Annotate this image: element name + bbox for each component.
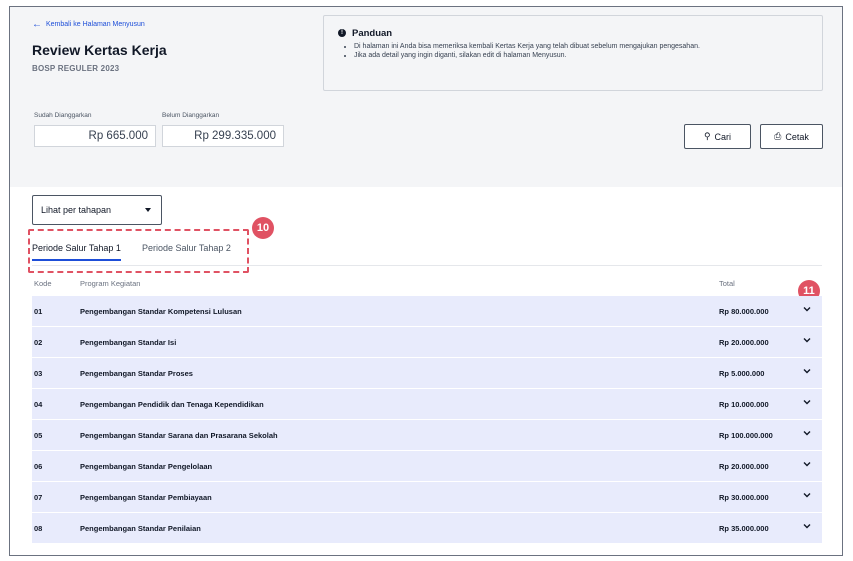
row-program: Pengembangan Pendidik dan Tenaga Kependi… [80,400,264,409]
search-button[interactable]: ⚲ Cari [684,124,751,149]
unallocated-value: Rp 299.335.000 [162,125,284,147]
chevron-down-icon[interactable] [802,521,812,531]
allocated-value: Rp 665.000 [34,125,156,147]
row-code: 01 [34,307,43,316]
row-code: 06 [34,462,43,471]
stage-filter-select[interactable]: Lihat per tahapan [32,195,162,225]
column-header-code: Kode [34,279,52,288]
guide-item: Di halaman ini Anda bisa memeriksa kemba… [354,42,744,51]
row-total: Rp 10.000.000 [719,400,769,409]
row-program: Pengembangan Standar Sarana dan Prasaran… [80,431,278,440]
row-program: Pengembangan Standar Isi [80,338,177,347]
print-button[interactable]: ⎙ Cetak [760,124,823,149]
chevron-down-icon[interactable] [802,366,812,376]
print-button-label: Cetak [785,131,809,142]
table-row[interactable]: 01 Pengembangan Standar Kompetensi Lulus… [32,296,822,327]
page-subtitle: BOSP REGULER 2023 [32,64,120,73]
table-row[interactable]: 07 Pengembangan Standar Pembiayaan Rp 30… [32,482,822,513]
row-total: Rp 80.000.000 [719,307,769,316]
stage-filter-value: Lihat per tahapan [41,205,112,215]
step-marker-10: 10 [252,217,274,239]
unallocated-label: Belum Dianggarkan [162,112,220,119]
row-total: Rp 35.000.000 [719,524,769,533]
row-code: 08 [34,524,43,533]
table-row[interactable]: 03 Pengembangan Standar Proses Rp 5.000.… [32,358,822,389]
back-link-label: Kembali ke Halaman Menyusun [46,21,145,28]
column-header-total: Total [719,279,735,288]
guide-item: Jika ada detail yang ingin diganti, sila… [354,51,744,60]
chevron-down-icon[interactable] [802,397,812,407]
allocated-label: Sudah Dianggarkan [34,112,92,119]
table-row[interactable]: 05 Pengembangan Standar Sarana dan Prasa… [32,420,822,451]
app-frame: ← Kembali ke Halaman Menyusun Review Ker… [9,6,843,556]
table-row[interactable]: 06 Pengembangan Standar Pengelolaan Rp 2… [32,451,822,482]
row-program: Pengembangan Standar Pengelolaan [80,462,213,471]
tabs-highlight-box [28,229,249,273]
chevron-down-icon[interactable] [802,304,812,314]
arrow-left-icon: ← [32,19,42,30]
row-program: Pengembangan Standar Proses [80,369,193,378]
row-code: 04 [34,400,43,409]
caret-down-icon [145,208,151,212]
table-row[interactable]: 04 Pengembangan Pendidik dan Tenaga Kepe… [32,389,822,420]
guide-title: Panduan [352,28,393,39]
info-icon: ! [338,29,346,37]
row-code: 02 [34,338,43,347]
column-header-program: Program Kegiatan [80,279,141,288]
search-icon: ⚲ [703,131,711,141]
guide-list: Di halaman ini Anda bisa memeriksa kemba… [342,42,744,60]
row-program: Pengembangan Standar Kompetensi Lulusan [80,307,242,316]
row-code: 07 [34,493,43,502]
header-panel: ← Kembali ke Halaman Menyusun Review Ker… [10,7,842,187]
row-total: Rp 5.000.000 [719,369,765,378]
row-total: Rp 20.000.000 [719,462,769,471]
table-row[interactable]: 02 Pengembangan Standar Isi Rp 20.000.00… [32,327,822,358]
row-program: Pengembangan Standar Penilaian [80,524,201,533]
chevron-down-icon[interactable] [802,428,812,438]
chevron-down-icon[interactable] [802,459,812,469]
row-total: Rp 30.000.000 [719,493,769,502]
row-program: Pengembangan Standar Pembiayaan [80,493,212,502]
row-total: Rp 100.000.000 [719,431,773,440]
back-link[interactable]: ← Kembali ke Halaman Menyusun [32,19,145,30]
row-code: 03 [34,369,43,378]
table-row[interactable]: 08 Pengembangan Standar Penilaian Rp 35.… [32,513,822,544]
printer-icon: ⎙ [774,131,782,141]
program-table: 01 Pengembangan Standar Kompetensi Lulus… [32,296,822,544]
row-code: 05 [34,431,43,440]
chevron-down-icon[interactable] [802,490,812,500]
row-total: Rp 20.000.000 [719,338,769,347]
page-title: Review Kertas Kerja [32,42,167,58]
search-button-label: Cari [714,131,732,142]
guide-box: ! Panduan Di halaman ini Anda bisa memer… [323,15,823,91]
chevron-down-icon[interactable] [802,335,812,345]
